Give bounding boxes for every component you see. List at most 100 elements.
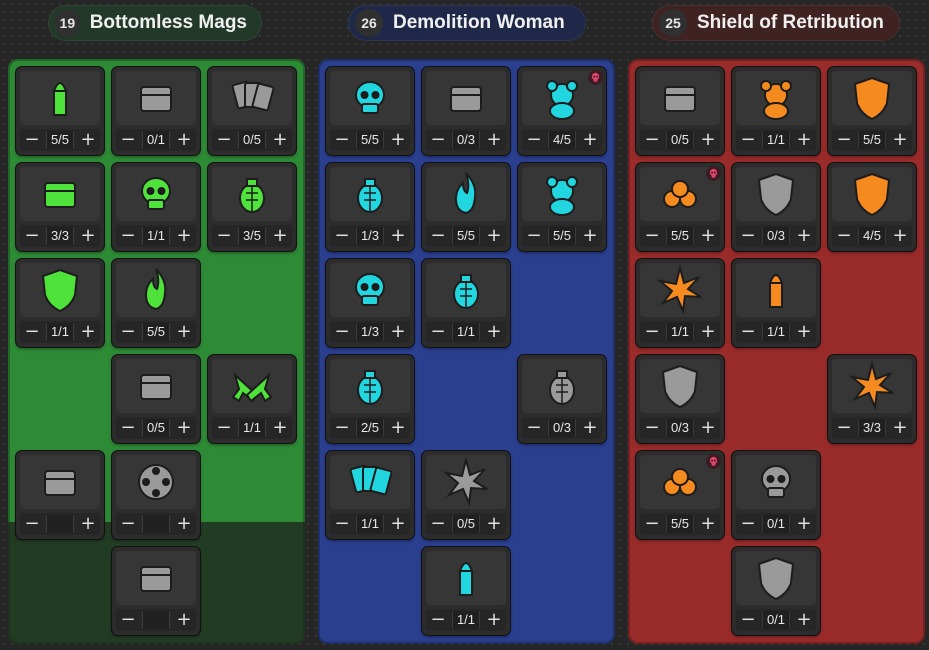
increase-rank-button[interactable]: + [172,225,196,247]
skill-tile[interactable]: −4/5 + [828,163,916,251]
increase-rank-button[interactable]: + [268,225,292,247]
increase-rank-button[interactable]: + [482,129,506,151]
increase-rank-button[interactable]: + [792,321,816,343]
decrease-rank-button[interactable]: − [522,129,546,151]
increase-rank-button[interactable]: + [76,321,100,343]
skill-tile[interactable]: −5/5 + [636,451,724,539]
increase-rank-button[interactable]: + [696,225,720,247]
skill-tile[interactable]: −1/1 + [112,163,200,251]
increase-rank-button[interactable]: + [792,129,816,151]
decrease-rank-button[interactable]: − [330,129,354,151]
decrease-rank-button[interactable]: − [640,321,664,343]
decrease-rank-button[interactable]: − [736,513,760,535]
increase-rank-button[interactable]: + [888,129,912,151]
decrease-rank-button[interactable]: − [640,129,664,151]
decrease-rank-button[interactable]: − [116,225,140,247]
increase-rank-button[interactable]: + [578,225,602,247]
skill-tile[interactable]: −1/1 + [732,259,820,347]
decrease-rank-button[interactable]: − [330,513,354,535]
skill-tile[interactable]: −1/3 + [326,259,414,347]
decrease-rank-button[interactable]: − [426,513,450,535]
decrease-rank-button[interactable]: − [116,609,140,631]
increase-rank-button[interactable]: + [172,609,196,631]
decrease-rank-button[interactable]: − [736,609,760,631]
tree-header-shield-of-retribution[interactable]: 25 Shield of Retribution [652,5,900,41]
decrease-rank-button[interactable]: − [116,321,140,343]
skill-tile[interactable]: −2/5 + [326,355,414,443]
decrease-rank-button[interactable]: − [20,225,44,247]
decrease-rank-button[interactable]: − [832,225,856,247]
decrease-rank-button[interactable]: − [736,129,760,151]
skill-tile[interactable]: −5/5 + [112,259,200,347]
increase-rank-button[interactable]: + [172,129,196,151]
increase-rank-button[interactable]: + [386,225,410,247]
increase-rank-button[interactable]: + [268,417,292,439]
increase-rank-button[interactable]: + [386,321,410,343]
skill-tile[interactable]: −5/5 + [16,67,104,155]
decrease-rank-button[interactable]: − [640,513,664,535]
tree-header-demolition-woman[interactable]: 26 Demolition Woman [348,5,586,41]
skill-tile[interactable]: −0/3 + [518,355,606,443]
skill-tile[interactable]: −4/5 + [518,67,606,155]
increase-rank-button[interactable]: + [172,513,196,535]
increase-rank-button[interactable]: + [482,609,506,631]
skill-tile[interactable]: −3/5 + [208,163,296,251]
decrease-rank-button[interactable]: − [330,225,354,247]
increase-rank-button[interactable]: + [696,321,720,343]
skill-tile[interactable]: −0/3 + [422,67,510,155]
skill-tile[interactable]: −0/3 + [636,355,724,443]
decrease-rank-button[interactable]: − [116,417,140,439]
skill-tile[interactable]: −1/1 + [326,451,414,539]
decrease-rank-button[interactable]: − [640,225,664,247]
decrease-rank-button[interactable]: − [426,609,450,631]
increase-rank-button[interactable]: + [172,321,196,343]
increase-rank-button[interactable]: + [888,225,912,247]
increase-rank-button[interactable]: + [578,417,602,439]
skill-tile[interactable]: −1/1 + [422,547,510,635]
skill-tile[interactable]: −5/5 + [422,163,510,251]
skill-tile[interactable]: −0/5 + [208,67,296,155]
skill-tile[interactable]: − + [112,547,200,635]
decrease-rank-button[interactable]: − [212,417,236,439]
skill-tile[interactable]: −5/5 + [828,67,916,155]
skill-tile[interactable]: −5/5 + [326,67,414,155]
decrease-rank-button[interactable]: − [832,129,856,151]
increase-rank-button[interactable]: + [482,321,506,343]
increase-rank-button[interactable]: + [696,513,720,535]
skill-tile[interactable]: −1/1 + [732,67,820,155]
decrease-rank-button[interactable]: − [116,513,140,535]
increase-rank-button[interactable]: + [76,513,100,535]
decrease-rank-button[interactable]: − [736,225,760,247]
increase-rank-button[interactable]: + [386,513,410,535]
increase-rank-button[interactable]: + [76,129,100,151]
increase-rank-button[interactable]: + [386,417,410,439]
decrease-rank-button[interactable]: − [522,225,546,247]
increase-rank-button[interactable]: + [172,417,196,439]
decrease-rank-button[interactable]: − [330,321,354,343]
skill-tile[interactable]: −1/1 + [636,259,724,347]
decrease-rank-button[interactable]: − [330,417,354,439]
increase-rank-button[interactable]: + [792,513,816,535]
increase-rank-button[interactable]: + [482,225,506,247]
skill-tile[interactable]: −0/3 + [732,163,820,251]
decrease-rank-button[interactable]: − [426,129,450,151]
increase-rank-button[interactable]: + [386,129,410,151]
decrease-rank-button[interactable]: − [20,321,44,343]
skill-tile[interactable]: −0/1 + [732,451,820,539]
skill-tile[interactable]: −0/5 + [112,355,200,443]
decrease-rank-button[interactable]: − [20,129,44,151]
decrease-rank-button[interactable]: − [736,321,760,343]
increase-rank-button[interactable]: + [268,129,292,151]
skill-tile[interactable]: −5/5 + [636,163,724,251]
skill-tile[interactable]: −1/3 + [326,163,414,251]
skill-tile[interactable]: −1/1 + [422,259,510,347]
skill-tile[interactable]: −3/3 + [828,355,916,443]
increase-rank-button[interactable]: + [482,513,506,535]
increase-rank-button[interactable]: + [76,225,100,247]
decrease-rank-button[interactable]: − [212,225,236,247]
skill-tile[interactable]: −0/1 + [112,67,200,155]
decrease-rank-button[interactable]: − [522,417,546,439]
skill-tile[interactable]: − + [16,451,104,539]
skill-tile[interactable]: −0/5 + [422,451,510,539]
skill-tile[interactable]: −1/1 + [16,259,104,347]
